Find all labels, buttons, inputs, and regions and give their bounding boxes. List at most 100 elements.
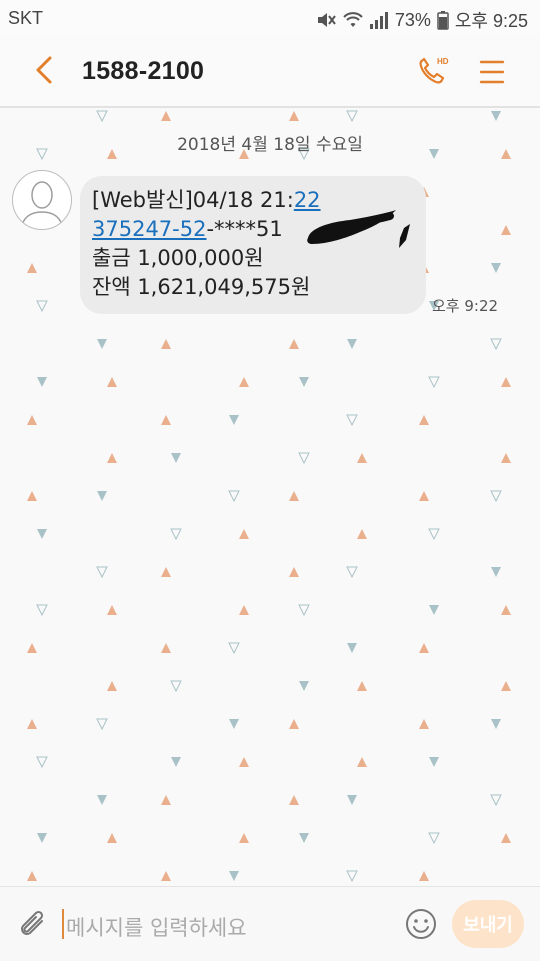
- pattern-triangle: [419, 871, 429, 881]
- pattern-triangle: [289, 567, 299, 577]
- pattern-triangle: [419, 491, 429, 501]
- send-button[interactable]: 보내기: [452, 900, 524, 948]
- pattern-triangle: [229, 719, 239, 729]
- pattern-triangle: [501, 377, 511, 387]
- pattern-triangle: [97, 339, 107, 349]
- pattern-triangle: [347, 339, 357, 349]
- pattern-triangle: [36, 756, 48, 769]
- pattern-triangle: [429, 757, 439, 767]
- pattern-triangle: [27, 491, 37, 501]
- pattern-triangle: [357, 453, 367, 463]
- pattern-triangle: [161, 567, 171, 577]
- pattern-triangle: [298, 452, 310, 465]
- paperclip-icon: [16, 910, 50, 947]
- contact-avatar[interactable]: [12, 170, 72, 230]
- pattern-triangle: [96, 110, 108, 123]
- pattern-triangle: [107, 833, 117, 843]
- message-input[interactable]: 메시지를 입력하세요: [66, 912, 247, 942]
- pattern-triangle: [289, 111, 299, 121]
- status-time: 오후 9:25: [454, 11, 528, 31]
- pattern-triangle: [228, 642, 240, 655]
- pattern-triangle: [491, 111, 501, 121]
- pattern-triangle: [357, 681, 367, 691]
- pattern-triangle: [161, 795, 171, 805]
- status-icons: 73% 오후 9:25: [315, 7, 528, 33]
- pattern-triangle: [96, 566, 108, 579]
- pattern-triangle: [490, 794, 502, 807]
- pattern-triangle: [289, 719, 299, 729]
- pattern-triangle: [161, 111, 171, 121]
- pattern-triangle: [171, 757, 181, 767]
- call-button[interactable]: HD: [414, 54, 454, 90]
- pattern-triangle: [228, 490, 240, 503]
- pattern-triangle: [170, 528, 182, 541]
- pattern-triangle: [239, 833, 249, 843]
- pattern-triangle: [107, 681, 117, 691]
- attach-button[interactable]: [16, 907, 50, 943]
- pattern-triangle: [357, 529, 367, 539]
- pattern-triangle: [501, 225, 511, 235]
- pattern-triangle: [239, 529, 249, 539]
- pattern-triangle: [357, 757, 367, 767]
- pattern-triangle: [491, 719, 501, 729]
- pattern-triangle: [501, 833, 511, 843]
- signal-icon: [369, 10, 389, 30]
- battery-percent: 73%: [394, 9, 431, 30]
- pattern-triangle: [347, 643, 357, 653]
- pattern-triangle: [501, 681, 511, 691]
- hd-badge: HD: [437, 57, 449, 66]
- pattern-triangle: [229, 871, 239, 881]
- pattern-triangle: [289, 491, 299, 501]
- back-arrow-icon: [34, 55, 54, 89]
- pattern-triangle: [429, 605, 439, 615]
- pattern-triangle: [27, 871, 37, 881]
- message-line-4: 잔액 1,621,049,575원: [92, 275, 311, 299]
- pattern-triangle: [161, 643, 171, 653]
- pattern-triangle: [491, 263, 501, 273]
- compose-bar: 메시지를 입력하세요 보내기: [0, 886, 540, 961]
- app-bar: 1588-2100 HD: [0, 36, 540, 108]
- pattern-triangle: [161, 339, 171, 349]
- pattern-triangle: [239, 377, 249, 387]
- person-icon: [20, 181, 64, 229]
- pattern-triangle: [36, 300, 48, 313]
- pattern-triangle: [428, 832, 440, 845]
- phone-hd-icon: HD: [414, 57, 454, 94]
- pattern-triangle: [97, 491, 107, 501]
- pattern-triangle: [239, 605, 249, 615]
- pattern-triangle: [161, 415, 171, 425]
- date-separator: 2018년 4월 18일 수요일: [177, 135, 363, 155]
- pattern-triangle: [229, 415, 239, 425]
- pattern-triangle: [96, 718, 108, 731]
- pattern-triangle: [490, 490, 502, 503]
- message-time: 오후 9:22: [432, 297, 499, 315]
- account-link[interactable]: 375247-52: [92, 217, 206, 241]
- pattern-triangle: [170, 680, 182, 693]
- pattern-triangle: [27, 263, 37, 273]
- pattern-triangle: [239, 757, 249, 767]
- pattern-triangle: [107, 377, 117, 387]
- pattern-triangle: [501, 605, 511, 615]
- pattern-triangle: [419, 643, 429, 653]
- conversation-title: 1588-2100: [82, 57, 205, 85]
- carrier-label: SKT: [8, 8, 44, 28]
- pattern-triangle: [107, 605, 117, 615]
- pattern-triangle: [501, 453, 511, 463]
- pattern-triangle: [37, 833, 47, 843]
- pattern-triangle: [161, 871, 171, 881]
- pattern-triangle: [97, 795, 107, 805]
- pattern-triangle: [346, 870, 358, 883]
- back-button[interactable]: [24, 54, 64, 90]
- pattern-triangle: [299, 681, 309, 691]
- pattern-triangle: [37, 377, 47, 387]
- pattern-triangle: [37, 529, 47, 539]
- emoji-button[interactable]: [404, 907, 438, 941]
- menu-button[interactable]: [474, 54, 510, 90]
- status-bar: SKT 73% 오후 9:25: [0, 0, 540, 36]
- pattern-triangle: [289, 339, 299, 349]
- pattern-triangle: [289, 795, 299, 805]
- pattern-triangle: [347, 795, 357, 805]
- message-list[interactable]: 2018년 4월 18일 수요일 [Web발신]04/18 21:22 3752…: [0, 108, 540, 886]
- pattern-triangle: [346, 414, 358, 427]
- pattern-triangle: [299, 833, 309, 843]
